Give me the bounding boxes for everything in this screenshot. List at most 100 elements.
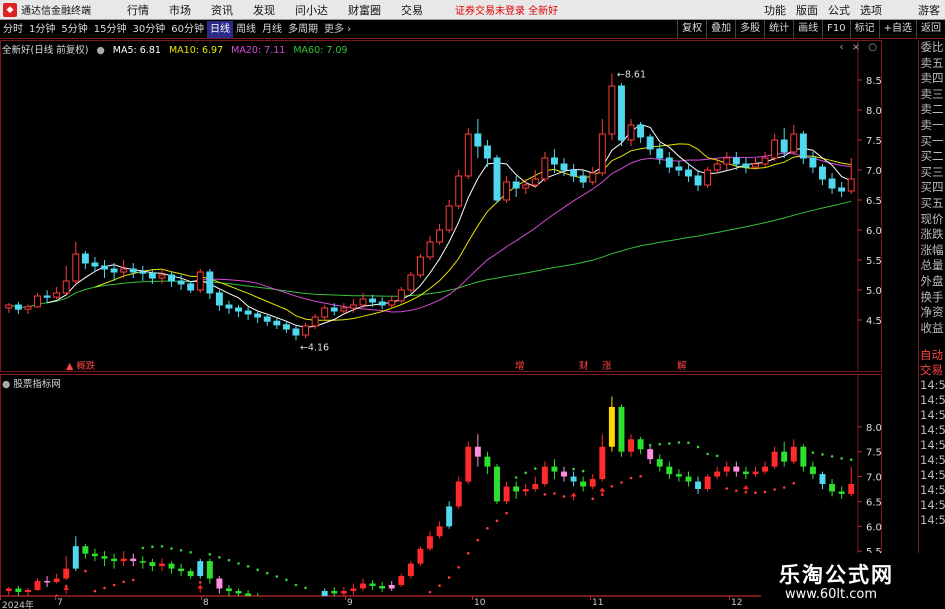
trail-dot [620,481,623,484]
guest-user[interactable]: 游客 [913,2,945,18]
period-15min[interactable]: 15分钟 [91,21,130,38]
menu-options[interactable]: 选项 [855,2,887,18]
menu-discover[interactable]: 发现 [243,2,285,18]
side-field-4[interactable]: 卖二 [919,102,945,118]
sub-candle-body [742,471,749,475]
trail-dot [218,555,221,559]
candle-body [512,181,520,189]
side-field-10[interactable]: 买五 [919,196,945,212]
candle-body [809,157,817,168]
sub-candle-body [714,471,721,477]
indicator-circle-icon[interactable]: ● [2,379,10,390]
side-field-2[interactable]: 卖四 [919,71,945,87]
btn-draw-line[interactable]: 画线 [793,20,822,38]
menu-trade[interactable]: 交易 [391,2,433,18]
side-field-15[interactable]: 外盘 [919,274,945,290]
event-marker: 财 [579,360,589,372]
side-field-8[interactable]: 买三 [919,165,945,181]
side-field-6[interactable]: 买一 [919,134,945,150]
trail-dot [179,548,183,552]
sub-candle-body [139,561,146,563]
menu-market-quotes[interactable]: 行情 [117,2,159,18]
btn-adjust[interactable]: 复权 [677,20,706,38]
side-divider [919,336,945,348]
ma-settings-icon[interactable]: ● [96,45,104,56]
period-monthly[interactable]: 月线 [259,21,285,38]
sub-candle-body [350,588,357,591]
period-1min[interactable]: 1分钟 [26,21,58,38]
side-field-5[interactable]: 卖一 [919,118,945,134]
side-field-17[interactable]: 净资 [919,305,945,321]
menu-ask-xiaoda[interactable]: 问小达 [285,2,338,18]
btn-stats[interactable]: 统计 [764,20,793,38]
y-tick-label: 6.00 [866,226,882,237]
side-field-16[interactable]: 换手 [919,290,945,306]
period-weekly[interactable]: 周线 [233,21,259,38]
candle-body [608,85,616,135]
period-daily[interactable]: 日线 [206,20,233,38]
side-tab-0[interactable]: 自动 [919,348,945,363]
period-30min[interactable]: 30分钟 [129,21,168,38]
menu-function[interactable]: 功能 [759,2,791,18]
sub-y-tick-label: 6.50 [866,497,882,508]
sub-candle-body [618,406,625,452]
sub-indicator-chart[interactable]: 8.007.507.006.506.005.50 [0,374,882,596]
tick-time: 14:55 [920,378,945,393]
menu-market[interactable]: 市场 [159,2,201,18]
btn-mark[interactable]: 标记 [849,20,879,38]
period-5min[interactable]: 5分钟 [58,21,90,38]
candle-body [828,178,836,189]
side-field-7[interactable]: 买二 [919,149,945,165]
side-field-14[interactable]: 总量 [919,258,945,274]
sub-candle-body [599,446,606,480]
side-field-1[interactable]: 卖五 [919,56,945,72]
side-field-9[interactable]: 买四 [919,180,945,196]
close-icon[interactable]: × [852,42,860,53]
btn-multi-stock[interactable]: 多股 [735,20,764,38]
candle-body [531,178,539,186]
settings-circle-icon[interactable]: ○ [868,42,877,53]
btn-back[interactable]: 返回 [916,20,945,38]
candle-body [407,274,415,291]
menu-layout[interactable]: 版面 [791,2,823,18]
collapse-icon[interactable]: ‹ [840,42,844,53]
sub-candle-body [149,562,156,567]
x-axis-tick [201,596,202,600]
main-kline-chart[interactable]: 8.50 8.00 7.50 7.00 6.50 6.00 5.50 5.00 4.50 ←8.6… [0,40,882,372]
side-tab-1[interactable]: 交易 [919,363,945,378]
btn-overlay[interactable]: 叠加 [706,20,735,38]
side-field-13[interactable]: 涨幅 [919,243,945,259]
side-field-0[interactable]: 委比 [919,40,945,56]
period-timeshare[interactable]: 分时 [0,21,26,38]
period-60min[interactable]: 60分钟 [168,21,207,38]
sub-candle-body [91,553,98,557]
menu-wealth-circle[interactable]: 财富圈 [338,2,391,18]
candle-body [292,328,300,336]
trail-dot [466,552,470,555]
trail-dot [275,575,279,578]
period-multi[interactable]: 多周期 [285,21,321,38]
candle-body [330,307,338,312]
sub-candle-body [704,476,711,489]
side-field-11[interactable]: 现价 [919,212,945,228]
menu-news[interactable]: 资讯 [201,2,243,18]
sub-candle-body [427,536,433,549]
side-field-12[interactable]: 涨跌 [919,227,945,243]
tick-time: 14:56 [920,438,945,453]
candle-body [637,124,645,138]
side-field-3[interactable]: 卖三 [919,87,945,103]
btn-add-watchlist[interactable]: +自选 [878,20,916,38]
login-notice[interactable]: 证券交易未登录 全新好 [455,2,558,17]
trail-dot [715,454,719,458]
period-more[interactable]: 更多 › [321,21,354,38]
btn-f10[interactable]: F10 [822,20,849,38]
sub-candle-body [666,466,673,475]
menu-formula[interactable]: 公式 [823,2,855,18]
trail-dot [141,546,145,550]
side-field-18[interactable]: 收益 [919,321,945,337]
candle-body [349,304,357,309]
candle-body [62,280,70,294]
sub-candle-body [551,466,558,472]
sub-candle-body [340,590,347,594]
candle-body [455,175,463,207]
